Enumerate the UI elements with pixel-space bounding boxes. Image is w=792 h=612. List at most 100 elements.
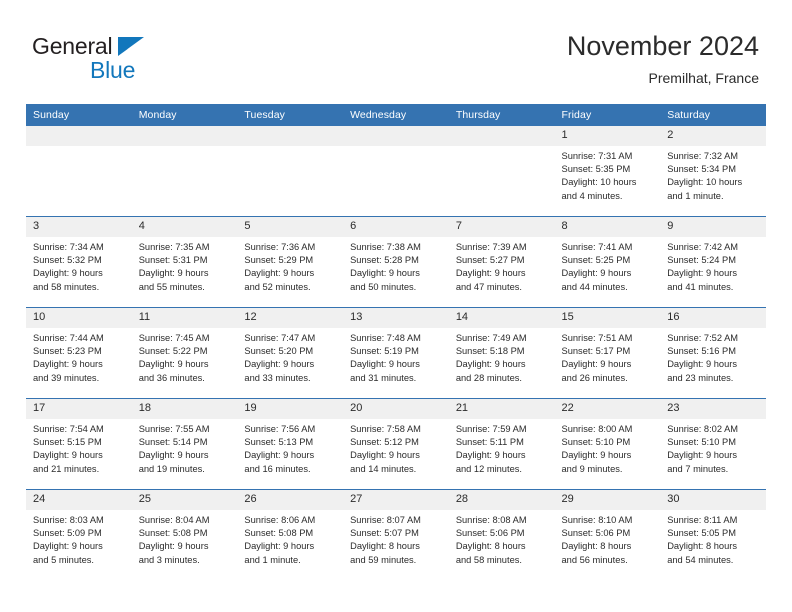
- calendar-day-cell[interactable]: 28 Sunrise: 8:08 AM Sunset: 5:06 PM Dayligh…: [448, 489, 555, 580]
- calendar-day-cell[interactable]: 20 Sunrise: 7:58 AM Sunset: 5:12 PM Dayligh…: [343, 398, 449, 490]
- daylight-duration-line1: Daylight: 9 hours: [33, 359, 103, 370]
- day-details: Sunrise: 8:02 AM Sunset: 5:10 PM Daylight:…: [660, 419, 766, 476]
- calendar-day-cell[interactable]: 25 Sunrise: 8:04 AM Sunset: 5:08 PM Dayligh…: [131, 489, 238, 580]
- daylight-duration-line2: and 52 minutes.: [244, 281, 311, 292]
- daylight-duration-line1: Daylight: 8 hours: [455, 541, 526, 552]
- sunset-time: Sunset: 5:34 PM: [667, 164, 736, 175]
- daylight-duration-line2: and 33 minutes.: [244, 372, 311, 383]
- day-details: Sunrise: 7:32 AM Sunset: 5:34 PM Daylight:…: [660, 146, 766, 203]
- daylight-duration-line2: and 28 minutes.: [455, 372, 522, 383]
- daylight-duration-line1: Daylight: 9 hours: [455, 359, 526, 370]
- calendar-day-cell[interactable]: 5 Sunrise: 7:36 AM Sunset: 5:29 PM Daylight…: [237, 216, 344, 308]
- day-number: 11: [131, 308, 238, 328]
- calendar-empty-cell: [448, 125, 555, 217]
- sunrise-time: Sunrise: 7:56 AM: [244, 424, 316, 434]
- calendar-day-cell[interactable]: 23 Sunrise: 8:02 AM Sunset: 5:10 PM Dayligh…: [660, 398, 766, 490]
- calendar-day-cell[interactable]: 9 Sunrise: 7:42 AM Sunset: 5:24 PM Daylight…: [660, 216, 766, 308]
- day-number: 6: [343, 217, 449, 237]
- daylight-duration-line1: Daylight: 9 hours: [350, 359, 420, 370]
- daylight-duration-line1: Daylight: 9 hours: [667, 450, 737, 461]
- day-details: Sunrise: 7:56 AM Sunset: 5:13 PM Daylight:…: [237, 419, 343, 476]
- day-number: 12: [237, 308, 344, 328]
- sunrise-time: Sunrise: 7:41 AM: [561, 242, 633, 252]
- general-blue-logo[interactable]: General Blue: [32, 34, 272, 90]
- day-details: Sunrise: 7:54 AM Sunset: 5:15 PM Daylight:…: [26, 419, 132, 476]
- day-details: Sunrise: 7:59 AM Sunset: 5:11 PM Daylight:…: [449, 419, 555, 476]
- daylight-duration-line2: and 36 minutes.: [138, 372, 205, 383]
- daylight-duration-line2: and 7 minutes.: [667, 463, 729, 474]
- calendar-day-cell[interactable]: 15 Sunrise: 7:51 AM Sunset: 5:17 PM Dayligh…: [554, 307, 661, 399]
- calendar-day-cell[interactable]: 1 Sunrise: 7:31 AM Sunset: 5:35 PM Daylight…: [554, 125, 661, 217]
- day-details: Sunrise: 7:58 AM Sunset: 5:12 PM Daylight:…: [343, 419, 449, 476]
- calendar-day-cell[interactable]: 24 Sunrise: 8:03 AM Sunset: 5:09 PM Dayligh…: [26, 489, 132, 580]
- calendar-day-cell[interactable]: 30 Sunrise: 8:11 AM Sunset: 5:05 PM Dayligh…: [660, 489, 766, 580]
- daylight-duration-line2: and 16 minutes.: [244, 463, 311, 474]
- calendar-day-cell[interactable]: 10 Sunrise: 7:44 AM Sunset: 5:23 PM Dayligh…: [26, 307, 132, 399]
- logo-text-general: General: [32, 33, 113, 59]
- sunset-time: Sunset: 5:09 PM: [33, 528, 102, 539]
- daylight-duration-line1: Daylight: 9 hours: [138, 359, 209, 370]
- day-number: 17: [26, 399, 132, 419]
- calendar-day-cell[interactable]: 12 Sunrise: 7:47 AM Sunset: 5:20 PM Dayligh…: [237, 307, 344, 399]
- calendar-day-cell[interactable]: 22 Sunrise: 8:00 AM Sunset: 5:10 PM Dayligh…: [554, 398, 661, 490]
- daylight-duration-line1: Daylight: 9 hours: [138, 268, 209, 279]
- daylight-duration-line1: Daylight: 10 hours: [667, 177, 743, 188]
- calendar-day-cell[interactable]: 13 Sunrise: 7:48 AM Sunset: 5:19 PM Dayligh…: [343, 307, 449, 399]
- daylight-duration-line1: Daylight: 9 hours: [244, 450, 315, 461]
- calendar-day-cell[interactable]: 26 Sunrise: 8:06 AM Sunset: 5:08 PM Dayligh…: [237, 489, 344, 580]
- calendar-day-cell[interactable]: 2 Sunrise: 7:32 AM Sunset: 5:34 PM Daylight…: [660, 125, 766, 217]
- calendar-day-cell[interactable]: 6 Sunrise: 7:38 AM Sunset: 5:28 PM Daylight…: [343, 216, 449, 308]
- sunrise-time: Sunrise: 8:07 AM: [350, 515, 421, 525]
- calendar-day-cell[interactable]: 11 Sunrise: 7:45 AM Sunset: 5:22 PM Dayligh…: [131, 307, 238, 399]
- calendar-empty-cell: [343, 125, 449, 217]
- day-details: Sunrise: 8:11 AM Sunset: 5:05 PM Daylight:…: [660, 510, 766, 567]
- daylight-duration-line1: Daylight: 9 hours: [667, 268, 737, 279]
- daylight-duration-line2: and 14 minutes.: [350, 463, 417, 474]
- calendar-day-cell[interactable]: 16 Sunrise: 7:52 AM Sunset: 5:16 PM Dayligh…: [660, 307, 766, 399]
- calendar-day-cell[interactable]: 21 Sunrise: 7:59 AM Sunset: 5:11 PM Dayligh…: [448, 398, 555, 490]
- daylight-duration-line1: Daylight: 9 hours: [33, 541, 103, 552]
- daylight-duration-line2: and 3 minutes.: [138, 554, 200, 565]
- calendar-header-row: Sunday Monday Tuesday Wednesday Thursday…: [26, 104, 766, 126]
- calendar-day-cell[interactable]: 7 Sunrise: 7:39 AM Sunset: 5:27 PM Daylight…: [448, 216, 555, 308]
- calendar-day-cell[interactable]: 19 Sunrise: 7:56 AM Sunset: 5:13 PM Dayligh…: [237, 398, 344, 490]
- weekday-header-thursday: Thursday: [448, 104, 555, 126]
- calendar-day-cell[interactable]: 17 Sunrise: 7:54 AM Sunset: 5:15 PM Dayligh…: [26, 398, 132, 490]
- daylight-duration-line2: and 50 minutes.: [350, 281, 417, 292]
- sunrise-time: Sunrise: 8:11 AM: [667, 515, 738, 525]
- sunrise-time: Sunrise: 7:39 AM: [455, 242, 527, 252]
- sunset-time: Sunset: 5:23 PM: [33, 346, 102, 357]
- calendar-day-cell[interactable]: 18 Sunrise: 7:55 AM Sunset: 5:14 PM Dayligh…: [131, 398, 238, 490]
- daylight-duration-line1: Daylight: 9 hours: [350, 268, 420, 279]
- day-number: [237, 126, 344, 146]
- daylight-duration-line2: and 23 minutes.: [667, 372, 734, 383]
- daylight-duration-line1: Daylight: 9 hours: [561, 268, 632, 279]
- calendar-week-row: 17 Sunrise: 7:54 AM Sunset: 5:15 PM Dayligh…: [26, 398, 766, 490]
- day-details: Sunrise: 8:04 AM Sunset: 5:08 PM Daylight:…: [132, 510, 238, 567]
- daylight-duration-line2: and 58 minutes.: [455, 554, 522, 565]
- daylight-duration-line2: and 56 minutes.: [561, 554, 628, 565]
- calendar-day-cell[interactable]: 4 Sunrise: 7:35 AM Sunset: 5:31 PM Daylight…: [131, 216, 238, 308]
- calendar-day-cell[interactable]: 8 Sunrise: 7:41 AM Sunset: 5:25 PM Daylight…: [554, 216, 661, 308]
- calendar-day-cell[interactable]: 27 Sunrise: 8:07 AM Sunset: 5:07 PM Dayligh…: [343, 489, 449, 580]
- calendar-day-cell[interactable]: 14 Sunrise: 7:49 AM Sunset: 5:18 PM Dayligh…: [448, 307, 555, 399]
- sunrise-time: Sunrise: 7:59 AM: [455, 424, 527, 434]
- daylight-duration-line1: Daylight: 8 hours: [350, 541, 420, 552]
- daylight-duration-line2: and 47 minutes.: [455, 281, 522, 292]
- calendar-week-row: 3 Sunrise: 7:34 AM Sunset: 5:32 PM Daylight…: [26, 216, 766, 308]
- sunset-time: Sunset: 5:08 PM: [138, 528, 208, 539]
- day-details: Sunrise: 7:35 AM Sunset: 5:31 PM Daylight:…: [132, 237, 238, 294]
- sunrise-time: Sunrise: 7:36 AM: [244, 242, 316, 252]
- day-number: 16: [660, 308, 766, 328]
- calendar-day-cell[interactable]: 3 Sunrise: 7:34 AM Sunset: 5:32 PM Daylight…: [26, 216, 132, 308]
- calendar-day-cell[interactable]: 29 Sunrise: 8:10 AM Sunset: 5:06 PM Dayligh…: [554, 489, 661, 580]
- sunrise-time: Sunrise: 8:10 AM: [561, 515, 633, 525]
- sunset-time: Sunset: 5:15 PM: [33, 437, 102, 448]
- sunrise-time: Sunrise: 7:38 AM: [350, 242, 421, 252]
- daylight-duration-line2: and 54 minutes.: [667, 554, 734, 565]
- sunset-time: Sunset: 5:10 PM: [667, 437, 736, 448]
- sunrise-time: Sunrise: 7:52 AM: [667, 333, 739, 343]
- day-details: Sunrise: 8:07 AM Sunset: 5:07 PM Daylight:…: [343, 510, 449, 567]
- day-details: Sunrise: 8:06 AM Sunset: 5:08 PM Daylight:…: [237, 510, 343, 567]
- day-details: Sunrise: 8:00 AM Sunset: 5:10 PM Daylight:…: [555, 419, 661, 476]
